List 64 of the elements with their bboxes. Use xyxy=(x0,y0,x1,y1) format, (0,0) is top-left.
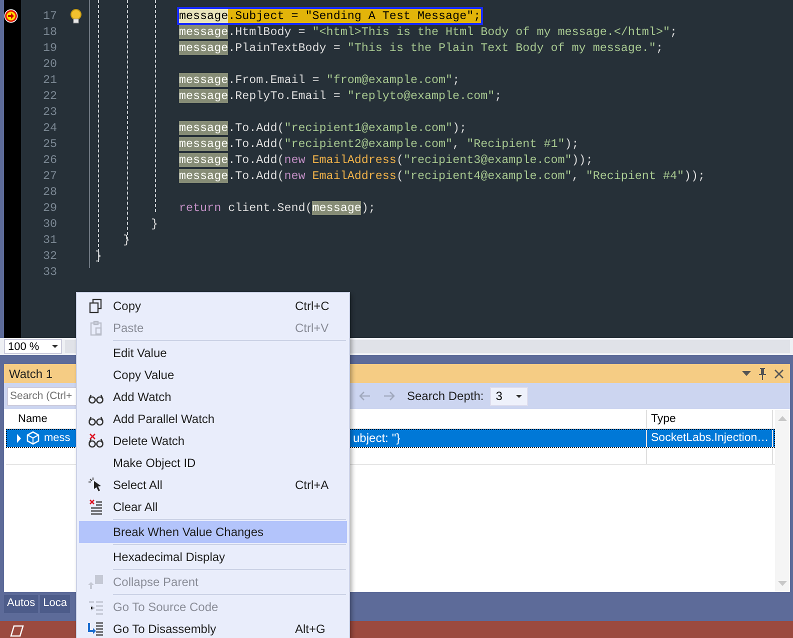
line-number: 20 xyxy=(42,57,57,71)
code-line: return client.Send(message); xyxy=(179,201,376,215)
menu-item[interactable]: Go To Disassembly Alt+G xyxy=(79,618,347,638)
copy-icon xyxy=(88,298,104,314)
column-header[interactable]: Name xyxy=(18,413,48,425)
menu-item[interactable]: Add Watch xyxy=(79,386,347,408)
code-line: message.HtmlBody = "<html>This is the Html Body of my message.</html>"; xyxy=(179,25,677,39)
line-number: 26 xyxy=(42,153,57,167)
watch-value: ubject: ''} xyxy=(353,431,400,445)
line-number: 24 xyxy=(42,121,57,135)
line-number: 32 xyxy=(42,249,57,263)
code-line: message.To.Add("recipient1@example.com"); xyxy=(179,121,467,135)
menu-item[interactable]: Make Object ID xyxy=(79,452,347,474)
line-number: 27 xyxy=(42,169,57,183)
expand-arrow-icon[interactable] xyxy=(16,434,22,442)
line-number: 17 xyxy=(42,9,57,23)
code-line: message.PlainTextBody = "This is the Plain Text Body of my message."; xyxy=(179,41,663,55)
code-line: message.To.Add(new EmailAddress("recipient3@example.com")); xyxy=(179,153,593,167)
menu-item[interactable]: Clear All xyxy=(79,496,347,518)
code-line: message.To.Add(new EmailAddress("recipient4@example.com", "Recipient #4")); xyxy=(179,169,706,183)
close-icon[interactable] xyxy=(774,368,784,378)
panel-tab[interactable]: Loca xyxy=(40,595,70,613)
line-number: 22 xyxy=(42,89,57,103)
line-number: 30 xyxy=(42,217,57,231)
watch-type: SocketLabs.Injection… xyxy=(651,432,769,444)
column-header[interactable]: Type xyxy=(651,413,676,425)
paste-icon xyxy=(88,320,104,336)
search-depth-label: Search Depth: xyxy=(407,389,484,403)
glasses-delete-icon xyxy=(88,433,104,449)
breakpoint-arrow-icon[interactable] xyxy=(4,9,18,23)
menu-item[interactable]: Copy Ctrl+C xyxy=(79,295,347,317)
panel-title: Watch 1 xyxy=(9,366,53,380)
menu-item[interactable]: Edit Value xyxy=(79,342,347,364)
panel-tab[interactable]: Autos xyxy=(4,595,38,613)
menu-item[interactable]: Copy Value xyxy=(79,364,347,386)
dropdown-icon[interactable] xyxy=(742,370,751,376)
zoom-dropdown[interactable]: 100 % xyxy=(4,339,62,354)
pin-icon[interactable] xyxy=(758,368,767,380)
lightbulb-icon[interactable] xyxy=(70,8,82,24)
line-number: 19 xyxy=(42,41,57,55)
menu-item[interactable]: Hexadecimal Display xyxy=(79,546,347,568)
clear-list-icon xyxy=(88,499,104,515)
menu-item[interactable]: Add Parallel Watch xyxy=(79,408,347,430)
search-depth-dropdown[interactable]: 3 xyxy=(490,386,528,406)
line-number: 29 xyxy=(42,201,57,215)
collapse-icon xyxy=(88,574,104,590)
watch-name: mess xyxy=(44,432,70,444)
code-line: } xyxy=(151,217,158,231)
status-icon xyxy=(10,624,24,636)
source-code-icon xyxy=(88,599,104,615)
line-number: 31 xyxy=(42,233,57,247)
line-number: 25 xyxy=(42,137,57,151)
line-number: 23 xyxy=(42,105,57,119)
menu-item[interactable]: Select All Ctrl+A xyxy=(79,474,347,496)
object-icon xyxy=(26,431,40,445)
code-line: message.From.Email = "from@example.com"; xyxy=(179,73,460,87)
code-line: message.ReplyTo.Email = "replyto@example.com"; xyxy=(179,89,502,103)
menu-item[interactable]: Break When Value Changes xyxy=(79,521,347,543)
line-number: 21 xyxy=(42,73,57,87)
disassembly-icon xyxy=(88,621,104,637)
line-number: 28 xyxy=(42,185,57,199)
line-number: 18 xyxy=(42,25,57,39)
line-number: 33 xyxy=(42,265,57,279)
code-line: message.To.Add("recipient2@example.com", "Recipient #1"); xyxy=(179,137,579,151)
